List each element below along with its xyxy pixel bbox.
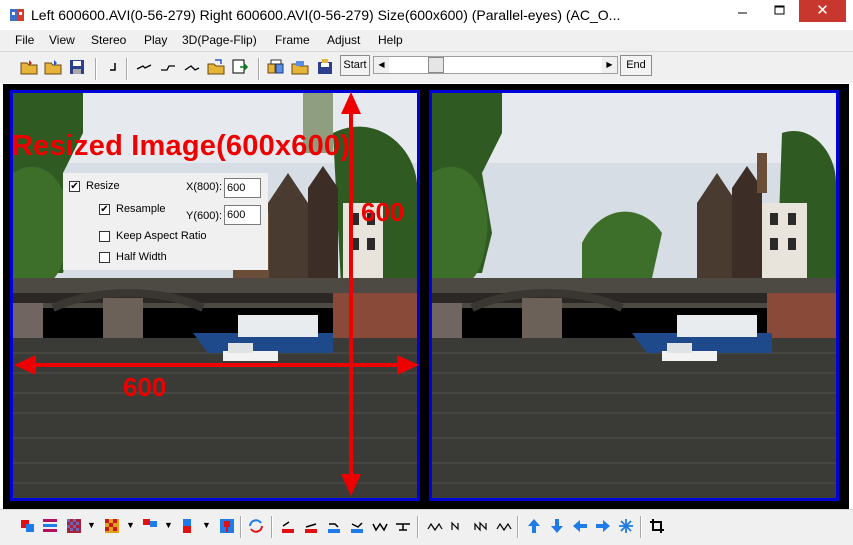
maximize-button[interactable] [766, 0, 793, 22]
resize-checkbox[interactable]: ✔ [69, 181, 80, 192]
y-label: Y(600): [186, 210, 223, 222]
resample-checkbox[interactable]: ✔ [99, 204, 110, 215]
half-width-label: Half Width [116, 251, 167, 263]
line-icon[interactable] [372, 518, 388, 534]
crop-icon[interactable] [649, 518, 665, 534]
line-icon[interactable] [159, 58, 177, 76]
menu-file[interactable]: File [15, 33, 34, 47]
align-icon[interactable] [349, 518, 365, 534]
menu-adjust[interactable]: Adjust [327, 33, 360, 47]
scroll-right-icon[interactable]: ▶ [602, 57, 617, 73]
single-icon[interactable] [219, 518, 235, 534]
toolbar-separator [258, 58, 260, 80]
scroll-left-icon[interactable]: ◀ [374, 57, 389, 73]
minimize-button[interactable] [729, 0, 756, 22]
open-folder-icon[interactable] [20, 58, 38, 76]
main-toolbar: Start ◀ ▶ End [0, 51, 853, 83]
line-icon[interactable] [183, 58, 201, 76]
scroll-thumb[interactable] [428, 57, 444, 73]
minimize-icon [738, 12, 747, 14]
toolbar-separator [271, 516, 273, 538]
save-stereo-icon[interactable] [316, 58, 334, 76]
height-label: 600 [361, 197, 405, 227]
arrow-up-icon[interactable] [526, 518, 542, 534]
above-below-icon[interactable] [180, 518, 196, 534]
resize-panel: ✔ Resize X(800): 600 ✔ Resample Y(600): … [63, 173, 268, 270]
menu-help[interactable]: Help [378, 33, 403, 47]
arrow-left-icon[interactable] [572, 518, 588, 534]
line-icon[interactable] [395, 518, 411, 534]
menu-stereo[interactable]: Stereo [91, 33, 126, 47]
open-stereo-icon[interactable] [291, 58, 309, 76]
menu-frame[interactable]: Frame [275, 33, 310, 47]
interlace-icon[interactable] [42, 518, 58, 534]
arrow-down-icon[interactable] [549, 518, 565, 534]
save-icon[interactable] [68, 58, 86, 76]
toolbar-separator [95, 58, 97, 80]
mosaic-icon[interactable] [104, 518, 120, 534]
line-icon[interactable] [473, 518, 489, 534]
align-icon[interactable] [280, 518, 296, 534]
folder-arrow-icon[interactable] [207, 58, 225, 76]
keep-aspect-label: Keep Aspect Ratio [116, 230, 207, 242]
width-label: 600 [123, 372, 167, 402]
half-width-checkbox[interactable] [99, 252, 110, 263]
align-icon[interactable] [303, 518, 319, 534]
x-size-input[interactable]: 600 [224, 178, 261, 198]
close-button[interactable]: ✕ [799, 0, 846, 22]
swap-icon[interactable] [248, 518, 264, 534]
open-folder-icon[interactable] [44, 58, 62, 76]
close-icon: ✕ [816, 2, 829, 19]
dropdown-icon[interactable]: ▼ [126, 520, 135, 530]
toolbar-separator [126, 58, 128, 80]
copy-icon[interactable] [267, 58, 285, 76]
dropdown-icon[interactable]: ▼ [202, 520, 211, 530]
bottom-toolbar: ▼ ▼ ▼ ▼ [0, 509, 853, 545]
resize-label: Resize [86, 180, 120, 192]
app-icon [10, 9, 24, 21]
menu-bar: File View Stereo Play 3D(Page-Flip) Fram… [0, 30, 853, 51]
reset-icon[interactable] [618, 518, 634, 534]
bracket-icon[interactable] [104, 58, 122, 76]
line-icon[interactable] [427, 518, 443, 534]
maximize-icon [774, 5, 785, 15]
menu-3d-page-flip[interactable]: 3D(Page-Flip) [182, 33, 257, 47]
toolbar-separator [240, 516, 242, 538]
end-button[interactable]: End [620, 55, 652, 76]
export-icon[interactable] [231, 58, 249, 76]
line-icon[interactable] [496, 518, 512, 534]
toolbar-separator [517, 516, 519, 538]
frame-scrollbar[interactable]: ◀ ▶ [373, 56, 618, 74]
anaglyph-icon[interactable] [20, 518, 36, 534]
line-icon[interactable] [450, 518, 466, 534]
checker-icon[interactable] [66, 518, 82, 534]
line-icon[interactable] [135, 58, 153, 76]
dropdown-icon[interactable]: ▼ [87, 520, 96, 530]
toolbar-separator [417, 516, 419, 538]
menu-view[interactable]: View [49, 33, 75, 47]
title-bar: Left 600600.AVI(0-56-279) Right 600600.A… [0, 0, 853, 30]
toolbar-separator [640, 516, 642, 538]
x-label: X(800): [186, 181, 223, 193]
keep-aspect-checkbox[interactable] [99, 231, 110, 242]
window-title: Left 600600.AVI(0-56-279) Right 600600.A… [31, 7, 621, 23]
dropdown-icon[interactable]: ▼ [164, 520, 173, 530]
menu-play[interactable]: Play [144, 33, 167, 47]
arrow-right-icon[interactable] [595, 518, 611, 534]
align-icon[interactable] [326, 518, 342, 534]
start-button[interactable]: Start [340, 55, 370, 76]
overlay-title: Resized Image(600x600) [12, 130, 351, 162]
side-by-side-icon[interactable] [142, 518, 158, 534]
resample-label: Resample [116, 203, 166, 215]
y-size-input[interactable]: 600 [224, 205, 261, 225]
